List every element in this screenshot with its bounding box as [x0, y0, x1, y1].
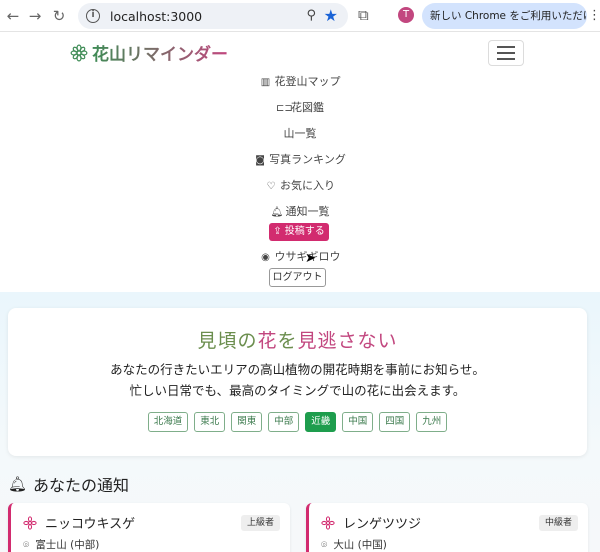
region-button-chugoku[interactable]: 中国: [342, 412, 374, 432]
nav-item-notifications[interactable]: 🔔︎ 通知一覧: [0, 203, 600, 219]
camera-icon: ◙: [255, 155, 265, 166]
region-button-kyushu[interactable]: 九州: [416, 412, 448, 432]
browser-toolbar: ← → ↻ i localhost:3000 ⚲ ★ ⧉ T 新しい Chrom…: [0, 0, 600, 32]
upload-icon: ⇪: [273, 226, 285, 237]
mouse-cursor-icon: ➤: [305, 251, 316, 266]
navbar-toggle-button[interactable]: [488, 40, 524, 66]
card-title: レンゲツツジ: [321, 513, 421, 532]
hero-line-2: 忙しい日常でも、最高のタイミングで山の花に出会えます。: [129, 383, 466, 398]
card-location: ⌾ 富士山 (中部): [23, 539, 100, 551]
region-button-tohoku[interactable]: 東北: [194, 412, 226, 432]
location-pin-icon: ⌾: [321, 539, 328, 551]
reload-icon[interactable]: ↻: [48, 5, 70, 27]
forward-icon[interactable]: →: [24, 5, 46, 27]
card-location: ⌾ 大山 (中国): [321, 539, 387, 551]
logout-button[interactable]: ログアウト: [269, 268, 326, 287]
nav-item-photo-ranking[interactable]: ◙ 写真ランキング: [0, 151, 600, 167]
region-buttons: 北海道 東北 関東 中部 近畿 中国 四国 九州: [8, 412, 587, 432]
extensions-icon[interactable]: ⧉: [358, 6, 369, 24]
notifications-heading: 🔔︎ あなたの通知: [8, 475, 130, 495]
nav-item-flower-map[interactable]: ▥ 花登山マップ: [0, 73, 600, 89]
bookmark-star-icon[interactable]: ★: [324, 6, 338, 25]
region-button-kinki[interactable]: 近畿: [305, 412, 337, 432]
brand-title: 花山リマインダー: [92, 40, 228, 65]
book-icon: ⊏⊐: [276, 103, 293, 114]
profile-avatar[interactable]: T: [398, 7, 414, 23]
user-circle-icon: ◉: [261, 252, 270, 263]
address-bar[interactable]: i localhost:3000 ⚲ ★: [78, 3, 348, 29]
nav-item-flower-guide[interactable]: ⊏⊐花図鑑: [0, 99, 600, 115]
region-button-shikoku[interactable]: 四国: [379, 412, 411, 432]
back-icon[interactable]: ←: [2, 5, 24, 27]
flower-icon: [23, 515, 37, 530]
notification-card[interactable]: レンゲツツジ 中級者 ⌾ 大山 (中国): [306, 503, 588, 552]
level-badge: 中級者: [538, 515, 578, 531]
hero-title: 見頃の花を見逃さない: [197, 330, 398, 352]
nav-item-user[interactable]: ◉ ウサギギロウ: [0, 248, 600, 264]
region-button-kanto[interactable]: 関東: [231, 412, 263, 432]
hero-line-1: あなたの行きたいエリアの高山植物の開花時期を事前にお知らせ。: [110, 362, 485, 377]
heart-icon: ♡: [266, 181, 276, 192]
menu-kebab-icon[interactable]: ⋮: [588, 8, 600, 23]
url-text: localhost:3000: [110, 8, 203, 24]
level-badge: 上級者: [240, 515, 280, 531]
chrome-update-button[interactable]: 新しい Chrome をご利用いただけます: [422, 3, 587, 29]
region-button-chubu[interactable]: 中部: [268, 412, 300, 432]
notification-card[interactable]: ニッコウキスゲ 上級者 ⌾ 富士山 (中部): [8, 503, 290, 552]
zoom-icon[interactable]: ⚲: [306, 8, 316, 23]
card-title: ニッコウキスゲ: [23, 513, 135, 532]
bell-icon: 🔔︎: [8, 475, 28, 493]
site-info-icon[interactable]: i: [86, 9, 100, 23]
nav-item-favorites[interactable]: ♡ お気に入り: [0, 177, 600, 193]
bell-icon: 🔔︎: [270, 207, 284, 218]
nav-item-mountains[interactable]: 山一覧: [0, 125, 600, 141]
map-icon: ▥: [260, 77, 271, 88]
location-pin-icon: ⌾: [23, 539, 30, 551]
hero-card: 見頃の花を見逃さない あなたの行きたいエリアの高山植物の開花時期を事前にお知らせ…: [8, 308, 587, 456]
flower-icon: [321, 515, 335, 530]
post-button[interactable]: ⇪ 投稿する: [269, 223, 329, 241]
flower-logo-icon: [70, 44, 88, 61]
brand-link[interactable]: 花山リマインダー: [70, 40, 228, 65]
region-button-hokkaido[interactable]: 北海道: [147, 412, 189, 432]
